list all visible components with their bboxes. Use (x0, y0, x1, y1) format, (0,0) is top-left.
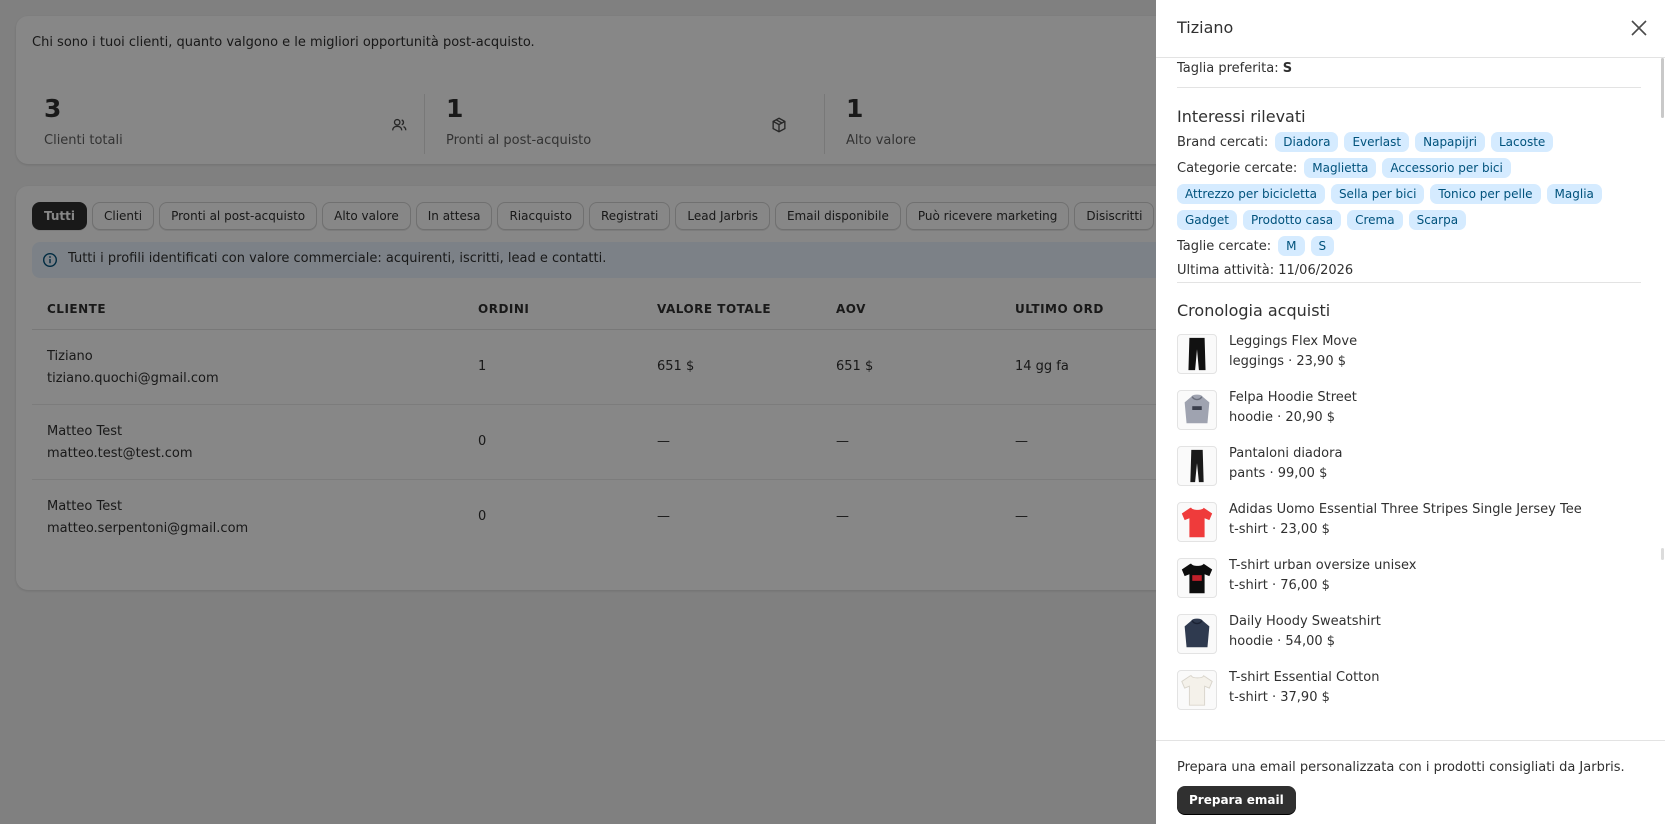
purchase-item[interactable]: Leggings Flex Move leggings · 23,90 $ (1177, 332, 1647, 376)
divider (1177, 282, 1641, 283)
categories-row: Gadget Prodotto casa Crema Scarpa (1177, 210, 1472, 230)
t-shirt-icon (1181, 563, 1213, 594)
t-shirt-icon (1181, 507, 1213, 538)
category-tag: Attrezzo per bicicletta (1177, 184, 1325, 204)
brand-tag: Napapijri (1415, 132, 1485, 152)
product-thumbnail (1177, 502, 1217, 542)
prepare-email-button[interactable]: Prepara email (1177, 786, 1296, 814)
hoodie-icon (1184, 618, 1210, 648)
pants-icon (1190, 449, 1204, 483)
product-thumbnail (1177, 334, 1217, 374)
product-meta: pants · 99,00 $ (1229, 466, 1328, 481)
product-meta: t-shirt · 37,90 $ (1229, 690, 1330, 705)
size-tag: M (1278, 236, 1305, 256)
product-meta: t-shirt · 76,00 $ (1229, 578, 1330, 593)
preferred-size-value: S (1282, 61, 1293, 76)
interests-title: Interessi rilevati (1177, 107, 1306, 126)
preferred-size-label: Taglia preferita: (1177, 61, 1279, 76)
brands-row: Brand cercati: Diadora Everlast Napapijri La… (1177, 132, 1559, 152)
drawer-footer: Prepara una email personalizzata con i p… (1156, 740, 1665, 824)
product-name: Daily Hoody Sweatshirt (1229, 614, 1381, 629)
close-icon[interactable] (1630, 19, 1648, 37)
category-tag: Sella per bici (1330, 184, 1425, 204)
product-thumbnail (1177, 446, 1217, 486)
product-meta: hoodie · 20,90 $ (1229, 410, 1336, 425)
leggings-icon (1188, 337, 1206, 371)
categories-row: Categorie cercate: Maglietta Accessorio pe… (1177, 158, 1517, 178)
product-meta: hoodie · 54,00 $ (1229, 634, 1336, 649)
purchase-item[interactable]: Felpa Hoodie Street hoodie · 20,90 $ (1177, 388, 1647, 432)
purchase-history-title: Cronologia acquisti (1177, 301, 1331, 320)
category-tag: Maglia (1546, 184, 1602, 204)
drawer-title: Tiziano (1177, 18, 1234, 37)
hoodie-icon (1184, 394, 1210, 424)
category-tag: Prodotto casa (1242, 210, 1342, 230)
product-name: T-shirt urban oversize unisex (1229, 558, 1417, 573)
last-activity: Ultima attività: 11/06/2026 (1177, 263, 1354, 278)
categories-row: Attrezzo per bicicletta Sella per bici Ton… (1177, 184, 1608, 204)
purchase-item[interactable]: Daily Hoody Sweatshirt hoodie · 54,00 $ (1177, 612, 1647, 656)
product-thumbnail (1177, 670, 1217, 710)
brand-tag: Diadora (1275, 132, 1339, 152)
brand-tag: Lacoste (1490, 132, 1554, 152)
product-meta: t-shirt · 23,00 $ (1229, 522, 1330, 537)
category-tag: Accessorio per bici (1382, 158, 1511, 178)
preferred-size: Taglia preferita: S (1177, 61, 1292, 76)
categories-label: Categorie cercate: (1177, 160, 1298, 176)
divider (1177, 87, 1641, 88)
sizes-row: Taglie cercate: M S (1177, 236, 1340, 256)
footer-text: Prepara una email personalizzata con i p… (1177, 760, 1625, 775)
purchase-item[interactable]: T-shirt Essential Cotton t-shirt · 37,90… (1177, 668, 1647, 712)
product-name: T-shirt Essential Cotton (1229, 670, 1380, 685)
purchase-item[interactable]: Pantaloni diadora pants · 99,00 $ (1177, 444, 1647, 488)
product-name: Felpa Hoodie Street (1229, 390, 1357, 405)
t-shirt-icon (1181, 675, 1213, 706)
product-thumbnail (1177, 558, 1217, 598)
drawer-scrollbar[interactable] (1661, 58, 1665, 740)
sizes-label: Taglie cercate: (1177, 238, 1272, 254)
brands-label: Brand cercati: (1177, 134, 1269, 150)
category-tag: Gadget (1177, 210, 1237, 230)
drawer-header: Tiziano (1156, 0, 1665, 58)
category-tag: Tonico per pelle (1430, 184, 1541, 204)
size-tag: S (1310, 236, 1335, 256)
category-tag: Crema (1347, 210, 1403, 230)
product-meta: leggings · 23,90 $ (1229, 354, 1347, 369)
product-name: Adidas Uomo Essential Three Stripes Sing… (1229, 502, 1582, 517)
purchase-item[interactable]: Adidas Uomo Essential Three Stripes Sing… (1177, 500, 1647, 544)
brand-tag: Everlast (1344, 132, 1410, 152)
product-thumbnail (1177, 614, 1217, 654)
product-name: Leggings Flex Move (1229, 334, 1358, 349)
category-tag: Maglietta (1304, 158, 1377, 178)
category-tag: Scarpa (1408, 210, 1467, 230)
purchase-item[interactable]: T-shirt urban oversize unisex t-shirt · … (1177, 556, 1647, 600)
customer-detail-drawer: Tiziano Taglia preferita: S Interessi ri… (1156, 0, 1665, 824)
product-name: Pantaloni diadora (1229, 446, 1343, 461)
product-thumbnail (1177, 390, 1217, 430)
